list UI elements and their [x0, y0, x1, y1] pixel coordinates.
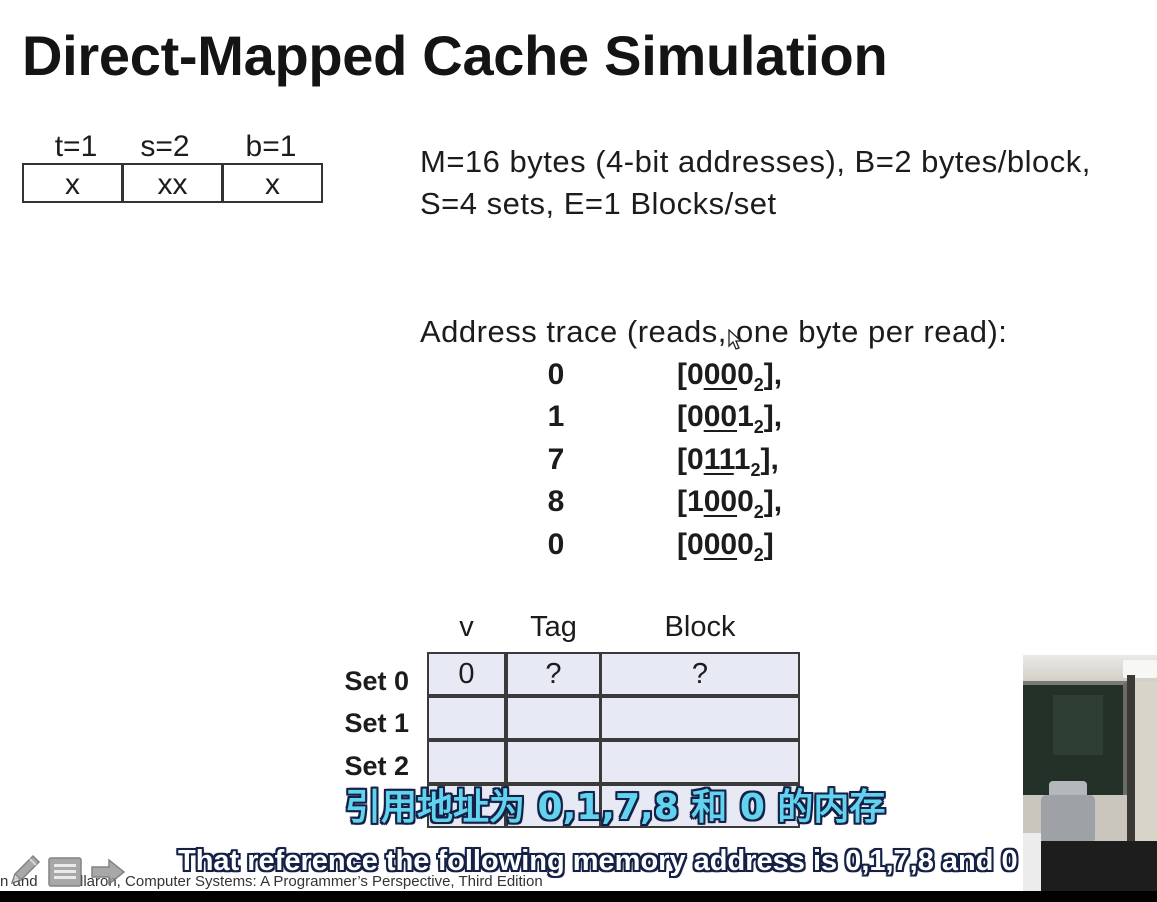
mouse-cursor-icon [728, 328, 744, 351]
base-subscript: 2 [753, 545, 764, 565]
trace-address: 7 [547, 443, 565, 476]
subtitle-english: That reference the following memory addr… [178, 845, 1018, 877]
offset-bits-label: b=1 [245, 130, 297, 163]
presenter-webcam-feed [1023, 655, 1157, 891]
cache-cell-tag [506, 740, 601, 784]
tag-bits-label: t=1 [54, 130, 98, 163]
trace-binary: [10002], [677, 485, 783, 522]
set-label: Set 0 [344, 666, 409, 696]
webcam-wall [1135, 681, 1157, 841]
block-column-header: Block [664, 611, 736, 643]
binary-close: ], [763, 400, 783, 433]
next-slide-arrow-icon[interactable] [89, 856, 127, 888]
cache-params-line-2: S=4 sets, E=1 Blocks/set [420, 186, 777, 221]
binary-prefix: [1 [677, 485, 704, 518]
binary-close: ] [763, 528, 774, 561]
base-subscript: 2 [753, 375, 764, 395]
trace-binary: [01112], [677, 443, 779, 480]
webcam-chalkboard-glare [1053, 695, 1103, 755]
offset-bit: 0 [737, 358, 754, 391]
binary-close: ], [763, 358, 783, 391]
webcam-door-frame [1127, 675, 1135, 865]
offset-bit: 1 [733, 443, 751, 476]
offset-bit: 1 [737, 400, 754, 433]
offset-bit: 0 [737, 528, 754, 561]
slides-menu-icon[interactable] [46, 854, 84, 890]
cache-cell-block: ? [600, 652, 800, 696]
cache-cell-valid [427, 740, 506, 784]
cache-cell-block [600, 696, 800, 740]
cache-params-line-1: M=16 bytes (4-bit addresses), B=2 bytes/… [420, 144, 1091, 179]
set-label: Set 1 [344, 708, 409, 738]
trace-address: 1 [547, 400, 565, 433]
pen-icon[interactable] [4, 850, 44, 890]
set-index-bits: 00 [703, 358, 738, 391]
set-label: Set 2 [344, 751, 409, 781]
trace-binary: [00002], [677, 358, 783, 395]
valid-column-header: v [459, 611, 474, 643]
set-bits-label: s=2 [140, 130, 190, 163]
cache-cell-tag [506, 696, 601, 740]
cache-cell-tag: ? [506, 652, 601, 696]
subtitle-chinese: 引用地址为 0,1,7,8 和 0 的内存 [345, 787, 886, 828]
webcam-papers [1023, 833, 1041, 891]
slide-title: Direct-Mapped Cache Simulation [22, 24, 888, 87]
trace-binary: [00002] [677, 528, 774, 565]
base-subscript: 2 [750, 460, 761, 480]
set-bits-box: xx [122, 163, 223, 203]
trace-address: 0 [547, 358, 565, 391]
binary-prefix: [0 [677, 443, 704, 476]
base-subscript: 2 [753, 502, 764, 522]
binary-prefix: [0 [677, 358, 704, 391]
video-bottom-bar [0, 891, 1157, 902]
trace-address: 0 [547, 528, 565, 561]
set-index-bits: 11 [703, 443, 734, 476]
set-index-bits: 00 [703, 485, 738, 518]
webcam-desk [1039, 841, 1157, 891]
base-subscript: 2 [753, 417, 764, 437]
binary-prefix: [0 [677, 400, 704, 433]
cache-cell-valid: 0 [427, 652, 506, 696]
trace-binary: [00012], [677, 400, 783, 437]
cache-cell-valid [427, 696, 506, 740]
set-index-bits: 00 [703, 400, 738, 433]
offset-bit: 0 [737, 485, 754, 518]
webcam-chair [1041, 795, 1095, 843]
binary-close: ], [763, 485, 783, 518]
tag-column-header: Tag [530, 611, 577, 643]
binary-prefix: [0 [677, 528, 704, 561]
offset-bits-box: x [222, 163, 323, 203]
cache-cell-block [600, 740, 800, 784]
binary-close: ], [760, 443, 779, 476]
trace-address: 8 [547, 485, 565, 518]
set-index-bits: 00 [703, 528, 738, 561]
address-trace-heading: Address trace (reads, one byte per read)… [420, 314, 1008, 349]
tag-bits-box: x [22, 163, 123, 203]
